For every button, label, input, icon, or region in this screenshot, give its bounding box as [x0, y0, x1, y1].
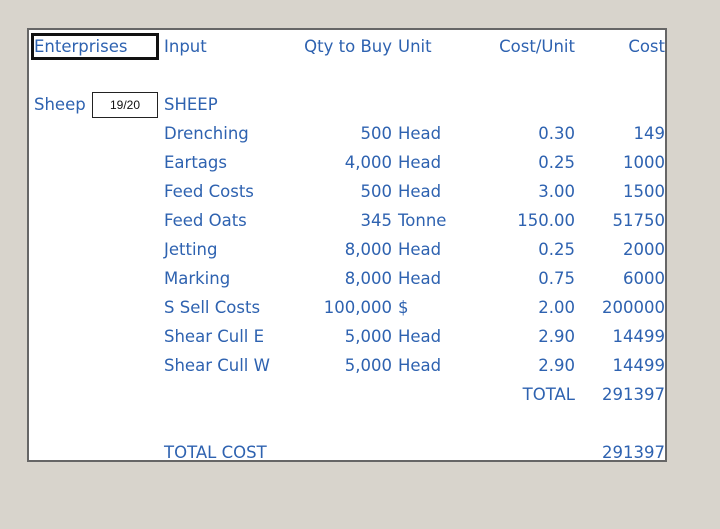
total-cost-label: TOTAL COST — [164, 443, 267, 462]
row-cost: 149 — [633, 124, 666, 143]
row-qty: 8,000 — [344, 269, 392, 288]
row-qty: 5,000 — [344, 356, 392, 375]
row-cost: 1500 — [623, 182, 665, 201]
spreadsheet-panel: Enterprises Input Qty to Buy Unit Cost/U… — [27, 28, 667, 462]
row-input: Feed Costs — [164, 182, 254, 201]
cost-unit-header: Cost/Unit — [499, 37, 575, 56]
row-cost-unit: 2.00 — [538, 298, 575, 317]
row-qty: 500 — [360, 124, 393, 143]
enterprises-header[interactable]: Enterprises — [34, 37, 127, 57]
cost-header: Cost — [628, 37, 665, 56]
row-unit: Head — [398, 269, 442, 288]
enterprise-label: Sheep — [34, 95, 86, 114]
row-unit: Head — [398, 356, 442, 375]
row-input: Jetting — [164, 240, 218, 259]
row-cost-unit: 0.25 — [538, 153, 575, 172]
row-cost-unit: 150.00 — [517, 211, 575, 230]
row-unit: Head — [398, 124, 442, 143]
row-cost: 200000 — [602, 298, 665, 317]
row-cost: 51750 — [612, 211, 666, 230]
row-cost: 6000 — [623, 269, 665, 288]
row-unit: $ — [398, 298, 409, 317]
row-cost: 1000 — [623, 153, 665, 172]
total-cost-value: 291397 — [602, 443, 665, 462]
section-title: SHEEP — [164, 95, 218, 114]
row-qty: 345 — [360, 211, 393, 230]
row-cost-unit: 0.30 — [538, 124, 575, 143]
unit-header: Unit — [398, 37, 432, 56]
row-qty: 5,000 — [344, 327, 392, 346]
row-unit: Head — [398, 240, 442, 259]
enterprise-pager[interactable]: 19/20 — [92, 92, 158, 118]
row-input: Shear Cull E — [164, 327, 265, 346]
row-cost-unit: 2.90 — [538, 356, 575, 375]
row-input: S Sell Costs — [164, 298, 261, 317]
row-unit: Tonne — [398, 211, 447, 230]
row-input: Feed Oats — [164, 211, 247, 230]
row-qty: 100,000 — [323, 298, 392, 317]
row-input: Marking — [164, 269, 231, 288]
row-input: Drenching — [164, 124, 249, 143]
row-unit: Head — [398, 182, 442, 201]
row-cost: 2000 — [623, 240, 665, 259]
input-header: Input — [164, 37, 207, 56]
row-unit: Head — [398, 327, 442, 346]
row-unit: Head — [398, 153, 442, 172]
row-cost-unit: 3.00 — [538, 182, 575, 201]
row-qty: 500 — [360, 182, 393, 201]
row-cost-unit: 2.90 — [538, 327, 575, 346]
row-input: Eartags — [164, 153, 227, 172]
total-label: TOTAL — [522, 385, 575, 404]
row-cost: 14499 — [612, 327, 666, 346]
qty-header: Qty to Buy — [304, 37, 392, 56]
row-input: Shear Cull W — [164, 356, 270, 375]
total-value: 291397 — [602, 385, 665, 404]
row-cost: 14499 — [612, 356, 666, 375]
row-cost-unit: 0.25 — [538, 240, 575, 259]
row-qty: 8,000 — [344, 240, 392, 259]
row-cost-unit: 0.75 — [538, 269, 575, 288]
row-qty: 4,000 — [344, 153, 392, 172]
